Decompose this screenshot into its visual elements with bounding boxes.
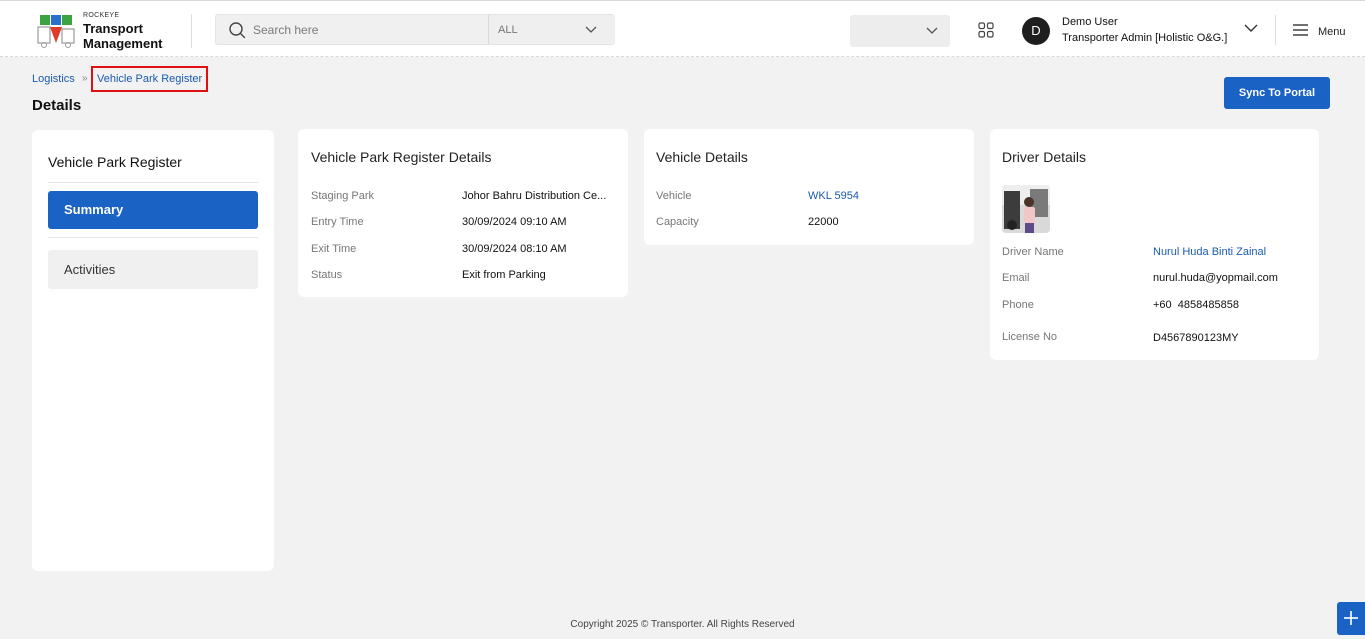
vehicle-details-card: Vehicle Details Vehicle WKL 5954 Capacit… [644, 129, 974, 245]
sidebar-card: Vehicle Park Register Summary Activities [32, 130, 274, 571]
field-label: Staging Park [311, 190, 374, 202]
breadcrumb-logistics[interactable]: Logistics [32, 73, 75, 85]
top-header: ROCKEYE Transport Management ALL D Demo … [0, 0, 1365, 57]
chevron-down-icon[interactable] [1244, 23, 1258, 33]
email-value: nurul.huda@yopmail.com [1153, 272, 1278, 284]
chevron-down-icon [585, 26, 597, 33]
header-divider [1275, 15, 1276, 45]
brand-small-text: ROCKEYE [83, 12, 120, 19]
divider [48, 237, 258, 238]
sidebar-title: Vehicle Park Register [48, 154, 182, 170]
staging-park-value: Johor Bahru Distribution Ce... [462, 190, 607, 202]
field-label: Phone [1002, 299, 1034, 311]
field-label: Vehicle [656, 190, 692, 202]
divider [48, 182, 258, 183]
global-search: ALL [215, 14, 615, 45]
plus-icon [1344, 611, 1358, 625]
avatar[interactable]: D [1022, 17, 1050, 45]
brand-name: ROCKEYE Transport Management [83, 12, 162, 51]
user-role[interactable]: Transporter Admin [Holistic O&G.] [1062, 32, 1227, 44]
field-label: Email [1002, 272, 1030, 284]
header-divider [191, 14, 192, 48]
capacity-value: 22000 [808, 216, 839, 228]
page-title: Details [32, 97, 82, 114]
context-select[interactable] [850, 15, 950, 47]
phone-value: +60 4858485858 [1153, 299, 1239, 311]
driver-name-link[interactable]: Nurul Huda Binti Zainal [1153, 246, 1266, 258]
brand-line-1: Transport [83, 21, 143, 36]
exit-time-value: 30/09/2024 08:10 AM [462, 243, 567, 255]
driver-photo [1002, 185, 1050, 233]
vehicle-link[interactable]: WKL 5954 [808, 190, 859, 202]
search-scope-select[interactable]: ALL [488, 15, 615, 44]
breadcrumb-separator-icon: » [82, 73, 88, 84]
field-label: Exit Time [311, 243, 357, 255]
field-label: License No [1002, 331, 1058, 343]
card-title: Driver Details [1002, 149, 1087, 165]
user-name[interactable]: Demo User [1062, 16, 1118, 28]
field-label: Entry Time [311, 216, 364, 228]
chevron-down-icon [926, 27, 938, 34]
field-label: Driver Name [1002, 246, 1064, 258]
breadcrumb-current[interactable]: Vehicle Park Register [91, 66, 209, 92]
search-icon[interactable] [228, 21, 246, 39]
register-details-card: Vehicle Park Register Details Staging Pa… [298, 129, 628, 297]
card-title: Vehicle Park Register Details [311, 149, 492, 165]
field-label: Status [311, 269, 343, 281]
brand-line-2: Management [83, 36, 163, 51]
card-title: Vehicle Details [656, 149, 748, 165]
status-value: Exit from Parking [462, 269, 546, 281]
sidebar-item-activities[interactable]: Activities [48, 250, 258, 289]
driver-details-card: Driver Details Driver Name Nurul Huda Bi… [990, 129, 1319, 360]
sync-to-portal-button[interactable]: Sync To Portal [1224, 77, 1330, 109]
hamburger-icon[interactable] [1293, 24, 1308, 36]
sidebar-item-summary[interactable]: Summary [48, 191, 258, 229]
search-scope-value: ALL [498, 24, 518, 36]
add-button[interactable] [1337, 602, 1365, 635]
menu-button[interactable]: Menu [1318, 26, 1346, 38]
grid-icon[interactable] [978, 22, 994, 38]
footer-copyright: Copyright 2025 © Transporter. All Rights… [570, 619, 795, 630]
company-logo[interactable] [36, 13, 76, 49]
field-label: Capacity [656, 216, 699, 228]
search-input[interactable] [253, 15, 483, 44]
entry-time-value: 30/09/2024 09:10 AM [462, 216, 567, 228]
license-value: D4567890123MY [1153, 332, 1239, 344]
